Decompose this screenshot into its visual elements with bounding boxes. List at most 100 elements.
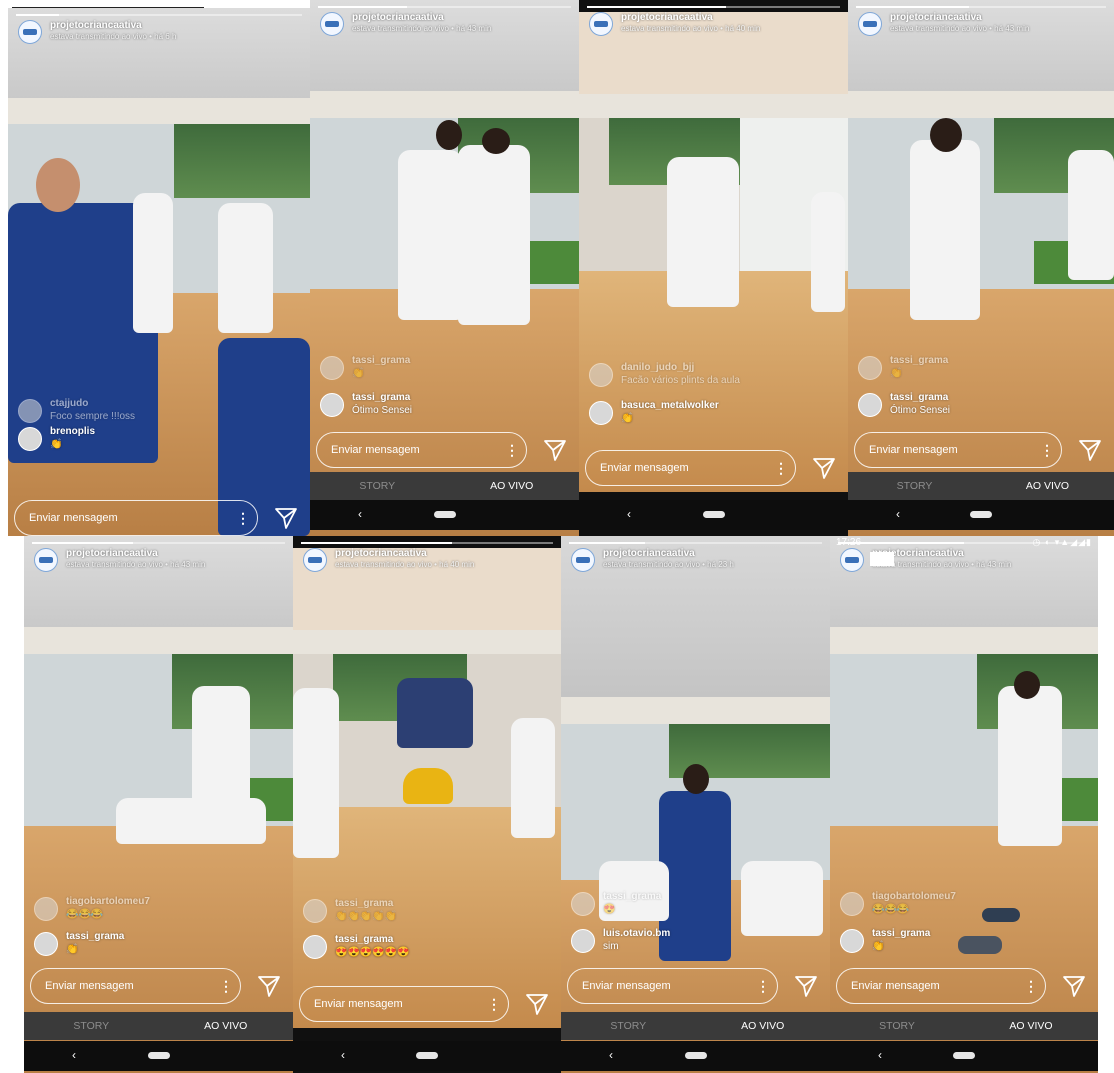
more-options-icon[interactable]: ⋮ <box>219 976 233 996</box>
commenter-avatar[interactable] <box>320 356 344 380</box>
profile-avatar-icon[interactable] <box>18 20 42 44</box>
home-pill-icon[interactable] <box>684 1052 707 1059</box>
home-pill-icon[interactable] <box>702 511 725 518</box>
chevron-left-icon[interactable]: ‹ <box>72 1048 76 1062</box>
profile-avatar-icon[interactable] <box>571 548 595 572</box>
send-direct-icon[interactable] <box>810 454 838 482</box>
comment-username[interactable]: basuca_metalwolker <box>621 400 719 411</box>
commenter-avatar[interactable] <box>571 892 595 916</box>
message-input[interactable] <box>567 968 778 1004</box>
tab-story[interactable]: STORY <box>24 1012 159 1040</box>
chevron-left-icon[interactable]: ‹ <box>878 1048 882 1062</box>
tab-story[interactable]: STORY <box>310 472 445 500</box>
more-options-icon[interactable]: ⋮ <box>505 440 519 460</box>
chevron-left-icon[interactable]: ‹ <box>609 1048 613 1062</box>
send-direct-icon[interactable] <box>541 436 569 464</box>
comment-username[interactable]: tassi_grama <box>603 891 661 902</box>
profile-avatar-icon[interactable] <box>34 548 58 572</box>
home-pill-icon[interactable] <box>147 1052 170 1059</box>
account-username[interactable]: projetocriancaativa <box>621 12 713 23</box>
comment-username[interactable]: danilo_judo_bjj <box>621 362 694 373</box>
chevron-left-icon[interactable]: ‹ <box>896 507 900 521</box>
commenter-avatar[interactable] <box>589 363 613 387</box>
send-direct-icon[interactable] <box>523 990 551 1018</box>
tab-live[interactable]: AO VIVO <box>159 1012 294 1040</box>
commenter-avatar[interactable] <box>858 393 882 417</box>
account-username[interactable]: projetocriancaativa <box>335 548 427 559</box>
profile-avatar-icon[interactable] <box>840 548 864 572</box>
send-direct-icon[interactable] <box>1076 436 1104 464</box>
more-options-icon[interactable]: ⋮ <box>756 976 770 996</box>
tab-live[interactable]: AO VIVO <box>964 1012 1098 1040</box>
comment-username[interactable]: tassi_grama <box>335 934 393 945</box>
commenter-avatar[interactable] <box>18 399 42 423</box>
more-options-icon[interactable]: ⋮ <box>1040 440 1054 460</box>
message-input[interactable] <box>30 968 241 1004</box>
comment-username[interactable]: tassi_grama <box>66 931 124 942</box>
commenter-avatar[interactable] <box>320 393 344 417</box>
comment-username[interactable]: ctajjudo <box>50 398 88 409</box>
account-username[interactable]: projetocriancaativa <box>352 12 444 23</box>
comment-username[interactable]: tassi_grama <box>352 355 410 366</box>
commenter-avatar[interactable] <box>18 427 42 451</box>
comment-username[interactable]: luis.otavio.bm <box>603 928 670 939</box>
comment-username[interactable]: tassi_grama <box>872 928 930 939</box>
commenter-avatar[interactable] <box>34 932 58 956</box>
account-username[interactable]: projetocriancaativa <box>603 548 695 559</box>
commenter-avatar[interactable] <box>571 929 595 953</box>
story-header: projetocriancaativa estava transmitindo a… <box>32 542 285 576</box>
message-input[interactable] <box>836 968 1046 1004</box>
chevron-left-icon[interactable]: ‹ <box>341 1048 345 1062</box>
profile-avatar-icon[interactable] <box>320 12 344 36</box>
tab-story[interactable]: STORY <box>848 472 981 500</box>
profile-avatar-icon[interactable] <box>303 548 327 572</box>
account-username[interactable]: projetocriancaativa <box>66 548 158 559</box>
comment-username[interactable]: brenoplis <box>50 426 95 437</box>
more-options-icon[interactable]: ⋮ <box>1024 976 1038 996</box>
tab-live[interactable]: AO VIVO <box>696 1012 831 1040</box>
send-direct-icon[interactable] <box>792 972 820 1000</box>
home-pill-icon[interactable] <box>970 511 992 518</box>
send-direct-icon[interactable] <box>255 972 283 1000</box>
comment-username[interactable]: tiagobartolomeu7 <box>66 896 150 907</box>
send-direct-icon[interactable] <box>1060 972 1088 1000</box>
profile-avatar-icon[interactable] <box>858 12 882 36</box>
live-status-text: estava transmitindo ao vivo • há 43 min <box>890 24 1030 33</box>
more-options-icon[interactable]: ⋮ <box>774 458 788 478</box>
account-username[interactable]: projetocriancaativa <box>890 12 982 23</box>
comment-username[interactable]: tiagobartolomeu7 <box>872 891 956 902</box>
home-pill-icon[interactable] <box>953 1052 975 1059</box>
commenter-avatar[interactable] <box>303 935 327 959</box>
comment-username[interactable]: tassi_grama <box>890 392 948 403</box>
comment-username[interactable]: tassi_grama <box>352 392 410 403</box>
home-pill-icon[interactable] <box>416 1052 438 1059</box>
message-input[interactable] <box>299 986 509 1022</box>
comment-username[interactable]: tassi_grama <box>890 355 948 366</box>
message-input[interactable] <box>14 500 258 536</box>
commenter-avatar[interactable] <box>34 897 58 921</box>
commenter-avatar[interactable] <box>589 401 613 425</box>
story-progress-fill <box>301 542 453 544</box>
more-options-icon[interactable]: ⋮ <box>236 508 250 528</box>
tab-live[interactable]: AO VIVO <box>981 472 1114 500</box>
more-options-icon[interactable]: ⋮ <box>487 994 501 1014</box>
commenter-avatar[interactable] <box>840 929 864 953</box>
message-input[interactable] <box>316 432 527 468</box>
comment-text: 😍😍😍😍😍😍 <box>335 947 410 958</box>
chevron-left-icon[interactable]: ‹ <box>358 507 362 521</box>
tab-story[interactable]: STORY <box>561 1012 696 1040</box>
tab-story[interactable]: STORY <box>830 1012 964 1040</box>
message-input[interactable] <box>585 450 796 486</box>
message-input[interactable] <box>854 432 1062 468</box>
chevron-left-icon[interactable]: ‹ <box>627 507 631 521</box>
comment-username[interactable]: tassi_grama <box>335 898 393 909</box>
comment-text: 😍 <box>603 904 616 915</box>
account-username[interactable]: projetocriancaativa <box>50 20 142 31</box>
profile-avatar-icon[interactable] <box>589 12 613 36</box>
send-direct-icon[interactable] <box>272 504 300 532</box>
commenter-avatar[interactable] <box>840 892 864 916</box>
tab-live[interactable]: AO VIVO <box>445 472 580 500</box>
home-pill-icon[interactable] <box>433 511 456 518</box>
commenter-avatar[interactable] <box>858 356 882 380</box>
commenter-avatar[interactable] <box>303 899 327 923</box>
